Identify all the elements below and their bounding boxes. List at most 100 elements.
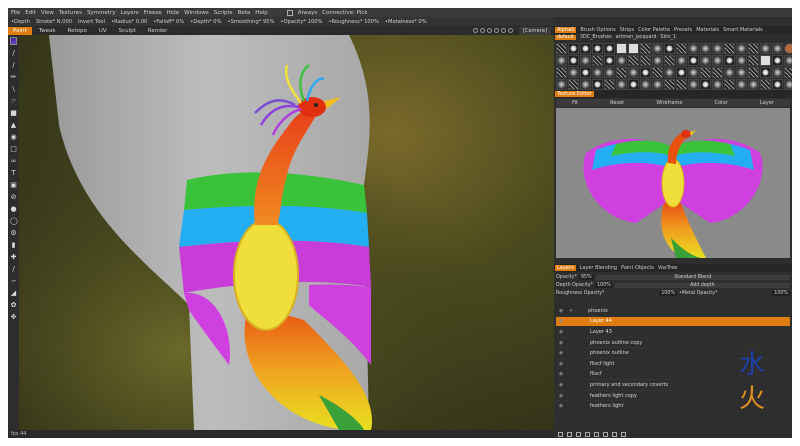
menu-help[interactable]: Help: [255, 10, 268, 16]
alpha-brush-thumb[interactable]: [736, 67, 747, 78]
menu-windows[interactable]: Windows: [184, 10, 209, 16]
visibility-eye-icon[interactable]: ◉: [556, 350, 566, 356]
alpha-brush-thumb[interactable]: [640, 67, 651, 78]
always-checkbox[interactable]: [286, 9, 293, 16]
alpha-brush-thumb[interactable]: [556, 67, 567, 78]
path-tool-icon[interactable]: ∞: [10, 158, 17, 165]
alpha-brush-thumb[interactable]: [772, 55, 783, 66]
alpha-brush-thumb[interactable]: [760, 67, 771, 78]
alpha-brush-thumb[interactable]: [688, 79, 699, 90]
alpha-brush-thumb[interactable]: [736, 79, 747, 90]
3d-viewport[interactable]: [19, 35, 554, 430]
alpha-brush-thumb[interactable]: [784, 55, 792, 66]
alpha-brush-thumb[interactable]: [652, 79, 663, 90]
alpha-brush-thumb[interactable]: [604, 43, 615, 54]
alpha-brush-thumb[interactable]: [604, 55, 615, 66]
visibility-eye-icon[interactable]: ◉: [556, 371, 566, 377]
texture-editor-preview[interactable]: [556, 108, 790, 258]
texture-bar-reset[interactable]: Reset: [610, 100, 624, 106]
alpha-brush-thumb[interactable]: [628, 43, 639, 54]
tool-option-radius-0-00[interactable]: •Radius* 0.00: [111, 19, 147, 25]
room-tab-tweak[interactable]: Tweak: [34, 27, 61, 35]
bucket-tool-icon[interactable]: ◢: [10, 290, 17, 297]
layer-row[interactable]: ◉ Layer 44: [556, 316, 790, 328]
alpha-brush-thumb[interactable]: [556, 79, 567, 90]
alpha-brush-thumb[interactable]: [760, 43, 771, 54]
alpha-brush-thumb[interactable]: [592, 43, 603, 54]
camera-select[interactable]: [Camera]: [518, 26, 551, 35]
menu-textures[interactable]: Textures: [59, 10, 82, 16]
alpha-brush-thumb[interactable]: [724, 55, 735, 66]
alpha-brush-thumb[interactable]: [736, 43, 747, 54]
render-icon[interactable]: [493, 28, 499, 33]
copy-tool-icon[interactable]: □: [10, 146, 17, 153]
merge-layer-icon[interactable]: [576, 431, 581, 437]
alpha-set-artman-jacquard[interactable]: artman_jacquard: [616, 35, 657, 40]
visibility-eye-icon[interactable]: ◉: [556, 382, 566, 388]
blend-mode-select[interactable]: Standard Blend: [595, 274, 790, 280]
alpha-brush-thumb[interactable]: [772, 79, 783, 90]
opacity-value[interactable]: 95%: [578, 274, 594, 280]
alpha-brush-thumb[interactable]: [652, 55, 663, 66]
airbrush-tool-icon[interactable]: /: [10, 62, 17, 69]
menu-layers[interactable]: Layers: [120, 10, 138, 16]
room-tab-sculpt[interactable]: Sculpt: [114, 27, 141, 35]
alpha-set-3dc-brushes[interactable]: 3DC_Brushes: [580, 35, 612, 40]
layers-tab-paint-objects[interactable]: Paint Objects: [621, 265, 654, 271]
alpha-brush-thumb[interactable]: [592, 55, 603, 66]
alpha-brush-thumb[interactable]: [760, 79, 771, 90]
alpha-brush-thumb[interactable]: [580, 79, 591, 90]
visibility-eye-icon[interactable]: ◉: [556, 329, 566, 335]
alpha-brush-thumb[interactable]: [700, 79, 711, 90]
brush-tab-brush-options[interactable]: Brush Options: [580, 27, 615, 33]
alpha-brush-thumb[interactable]: [760, 55, 771, 66]
mask-tool-icon[interactable]: ◯: [10, 218, 18, 225]
group-arrow-icon[interactable]: ▾: [566, 308, 576, 314]
layer-row[interactable]: ◉ Layer 43: [556, 327, 790, 338]
settings-icon[interactable]: [507, 28, 513, 33]
alpha-brush-thumb[interactable]: [724, 79, 735, 90]
texture-bar-layer[interactable]: Layer: [760, 100, 774, 106]
butterfly-tool-icon[interactable]: ✿: [10, 302, 17, 309]
metal-opacity-value[interactable]: 100%: [772, 290, 790, 296]
depth-opacity-value[interactable]: 100%: [594, 282, 613, 288]
tool-option-metalness-0[interactable]: •Metalness* 0%: [385, 19, 427, 25]
alpha-brush-thumb[interactable]: [568, 67, 579, 78]
alpha-brush-thumb[interactable]: [724, 67, 735, 78]
delete-layer-icon[interactable]: [567, 431, 572, 437]
brush-tab-color-palette[interactable]: Color Palette: [638, 27, 670, 33]
layers-tab-layers[interactable]: Layers: [555, 265, 576, 271]
alpha-brush-thumb[interactable]: [676, 79, 687, 90]
move-down-icon[interactable]: [594, 431, 599, 437]
alpha-brush-thumb[interactable]: [676, 55, 687, 66]
roughness-opacity-value[interactable]: 100%: [659, 290, 678, 296]
texture-bar-wireframe[interactable]: Wireframe: [656, 100, 682, 106]
room-tab-paint[interactable]: Paint: [8, 26, 32, 35]
brush-tab-smart-materials[interactable]: Smart Materials: [723, 27, 763, 33]
tool-option-stroke-n-000[interactable]: Stroke* N.000: [36, 19, 72, 25]
visibility-eye-icon[interactable]: ◉: [556, 340, 566, 346]
line-tool-icon[interactable]: \: [10, 86, 17, 93]
tool-option-roughness-100[interactable]: •Roughness* 100%: [328, 19, 378, 25]
alpha-set-default[interactable]: default: [555, 35, 576, 40]
alpha-brush-thumb[interactable]: [688, 67, 699, 78]
menu-freeze[interactable]: Freeze: [144, 10, 162, 16]
depth-mode-select[interactable]: Add depth: [614, 282, 790, 288]
alpha-brush-thumb[interactable]: [724, 43, 735, 54]
brush-tool-icon[interactable]: /: [10, 50, 17, 57]
hide-tool-icon[interactable]: ●: [10, 206, 17, 213]
alpha-brush-thumb[interactable]: [640, 43, 651, 54]
texture-bar-color[interactable]: Color: [715, 100, 728, 106]
stamp-tool-icon[interactable]: ▮: [10, 242, 17, 249]
alpha-brush-thumb[interactable]: [712, 79, 723, 90]
alpha-brush-thumb[interactable]: [712, 67, 723, 78]
visibility-eye-icon[interactable]: ◉: [556, 361, 566, 367]
alpha-brush-thumb[interactable]: [628, 67, 639, 78]
alpha-brush-thumb[interactable]: [580, 67, 591, 78]
lock-icon[interactable]: [621, 431, 626, 437]
alpha-brush-thumb[interactable]: [616, 43, 627, 54]
alpha-brush-thumb[interactable]: [616, 55, 627, 66]
alpha-brush-thumb[interactable]: [628, 55, 639, 66]
room-tab-uv[interactable]: UV: [94, 27, 112, 35]
texture-bar-fit[interactable]: Fit: [572, 100, 578, 106]
